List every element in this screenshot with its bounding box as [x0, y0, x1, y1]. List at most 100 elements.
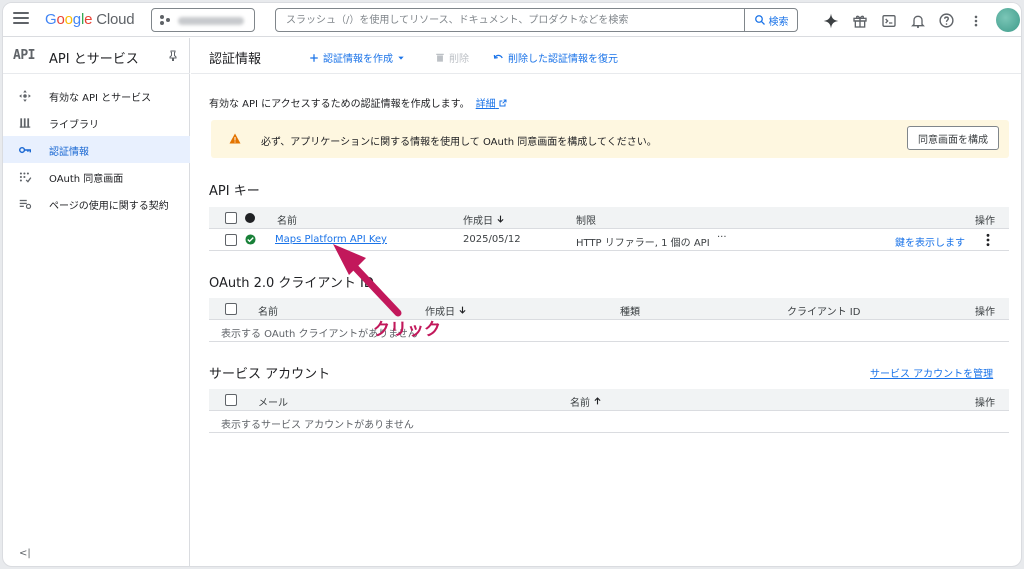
search-button-label: 検索	[768, 16, 789, 28]
restore-deleted-button[interactable]: 削除した認証情報を復元	[493, 50, 618, 65]
configure-consent-screen-button[interactable]: 同意画面を構成	[907, 126, 999, 150]
action-bar: 認証情報 認証情報を作成 削除 削除した認証情報を復元	[191, 38, 1021, 74]
dropdown-arrow-icon	[398, 56, 404, 60]
sidebar-item-enabled-apis[interactable]: 有効な API とサービス	[3, 82, 190, 109]
api-key-name-link[interactable]: Maps Platform API Key	[275, 234, 387, 245]
sidebar: API API とサービス 有効な API とサービス ライブラリ 認証情報 O…	[3, 38, 190, 566]
oauth-consent-icon	[18, 170, 32, 184]
check-circle-icon	[245, 234, 256, 248]
header-name: 名前	[277, 216, 297, 227]
header-name-label: 名前	[570, 398, 590, 409]
header-created[interactable]: 作成日	[463, 212, 505, 227]
project-icon	[160, 15, 172, 25]
sidebar-nav: 有効な API とサービス ライブラリ 認証情報 OAuth 同意画面 ページの…	[3, 82, 190, 217]
top-icons	[821, 11, 985, 30]
show-key-link[interactable]: 鍵を表示します	[895, 234, 965, 249]
sidebar-item-label: OAuth 同意画面	[49, 174, 124, 185]
search-icon	[754, 15, 765, 25]
enabled-apis-icon	[18, 89, 32, 103]
search-input[interactable]	[276, 9, 744, 31]
top-bar: GoogleCloud 検索	[3, 3, 1021, 37]
row-restrictions: HTTP リファラー, 1 個の API	[576, 238, 710, 249]
restore-label: 削除した認証情報を復元	[508, 54, 618, 65]
select-all-checkbox[interactable]	[225, 394, 237, 406]
header-actions: 操作	[975, 307, 995, 318]
notifications-bell-icon[interactable]	[908, 11, 927, 30]
select-all-checkbox[interactable]	[225, 212, 237, 224]
service-accounts-table: メール 名前 操作 表示するサービス アカウントがありません	[209, 389, 1009, 433]
table-row: Maps Platform API Key 2025/05/12 HTTP リフ…	[209, 229, 1009, 251]
sidebar-item-library[interactable]: ライブラリ	[3, 109, 190, 136]
google-cloud-logo[interactable]: Google Cloud	[45, 11, 135, 28]
row-checkbox[interactable]	[225, 234, 237, 246]
sort-arrow-up-icon	[594, 397, 601, 405]
empty-row: 表示するサービス アカウントがありません	[209, 411, 1009, 433]
warning-icon	[229, 133, 241, 147]
agreements-icon	[18, 197, 32, 211]
undo-icon	[493, 54, 503, 59]
collapse-sidebar-icon[interactable]: <|	[19, 548, 31, 559]
sidebar-item-credentials[interactable]: 認証情報	[3, 136, 190, 163]
api-keys-title: API キー	[209, 184, 260, 199]
table-header: 名前 作成日 種類 クライアント ID 操作	[209, 298, 1009, 320]
more-vert-icon[interactable]	[966, 11, 985, 30]
learn-more-link[interactable]: 詳細	[476, 99, 507, 110]
header-type: 種類	[620, 307, 640, 318]
main-menu-icon[interactable]	[13, 12, 29, 26]
warning-banner: 必ず、アプリケーションに関する情報を使用して OAuth 同意画面を構成してくだ…	[211, 120, 1009, 158]
sort-arrow-down-icon	[459, 306, 466, 314]
learn-more-label: 詳細	[475, 99, 496, 110]
search-button[interactable]: 検索	[744, 8, 798, 32]
select-all-checkbox[interactable]	[225, 303, 237, 315]
search-box[interactable]	[275, 8, 745, 32]
plus-icon	[310, 53, 318, 62]
oauth-table: 名前 作成日 種類 クライアント ID 操作 表示する OAuth クライアント…	[209, 298, 1009, 342]
status-column-icon	[245, 213, 255, 223]
header-client-id: クライアント ID	[787, 307, 861, 318]
sidebar-header: API API とサービス	[3, 38, 190, 74]
create-credentials-label: 認証情報を作成	[323, 54, 393, 65]
help-icon[interactable]	[937, 11, 956, 30]
logo-cloud-text: Cloud	[96, 11, 135, 28]
sidebar-title: API とサービス	[49, 52, 139, 67]
service-accounts-title: サービス アカウント	[209, 367, 331, 382]
create-credentials-button[interactable]: 認証情報を作成	[309, 50, 405, 65]
library-icon	[18, 116, 32, 130]
cloud-shell-icon[interactable]	[879, 11, 898, 30]
row-more-vert-icon[interactable]	[985, 233, 991, 250]
page-title: 認証情報	[209, 52, 262, 67]
click-annotation-label: クリック	[373, 320, 441, 340]
api-keys-table: 名前 作成日 制限 操作 Maps Platform API Key 2025/…	[209, 207, 1009, 251]
pin-icon[interactable]	[167, 49, 179, 65]
sidebar-item-label: 有効な API とサービス	[49, 93, 152, 104]
gift-icon[interactable]	[850, 11, 869, 30]
sidebar-item-label: ライブラリ	[49, 120, 99, 131]
external-link-icon	[499, 99, 507, 107]
empty-row: 表示する OAuth クライアントがありません	[209, 320, 1009, 342]
browser-frame: GoogleCloud 検索 API API とサービス	[2, 2, 1022, 567]
trash-icon	[436, 53, 444, 62]
header-email: メール	[258, 398, 288, 409]
gemini-sparkle-icon[interactable]	[821, 11, 840, 30]
table-header: 名前 作成日 制限 操作	[209, 207, 1009, 229]
manage-service-accounts-link[interactable]: サービス アカウントを管理	[870, 365, 993, 380]
header-restrictions: 制限	[576, 216, 596, 227]
warning-message: 必ず、アプリケーションに関する情報を使用して OAuth 同意画面を構成してくだ…	[261, 137, 657, 148]
main-content: 認証情報 認証情報を作成 削除 削除した認証情報を復元 有効な API にアクセ…	[191, 38, 1021, 566]
intro-message: 有効な API にアクセスするための認証情報を作成します。	[209, 99, 470, 110]
delete-button[interactable]: 削除	[435, 50, 469, 65]
header-name[interactable]: 名前	[570, 394, 602, 409]
project-picker[interactable]	[151, 8, 255, 32]
sort-arrow-down-icon	[497, 215, 504, 223]
sidebar-item-label: 認証情報	[49, 147, 89, 158]
header-actions: 操作	[975, 216, 995, 227]
sidebar-item-label: ページの使用に関する契約	[49, 201, 169, 212]
sidebar-item-oauth-consent[interactable]: OAuth 同意画面	[3, 163, 190, 190]
logo-google-text: Google	[45, 11, 93, 28]
more-restrictions-icon[interactable]: ···	[717, 232, 727, 243]
project-name-redacted	[178, 17, 244, 25]
sidebar-item-page-usage-agreements[interactable]: ページの使用に関する契約	[3, 190, 190, 217]
account-avatar[interactable]	[996, 8, 1020, 32]
header-name: 名前	[258, 307, 278, 318]
empty-message: 表示するサービス アカウントがありません	[221, 420, 414, 431]
